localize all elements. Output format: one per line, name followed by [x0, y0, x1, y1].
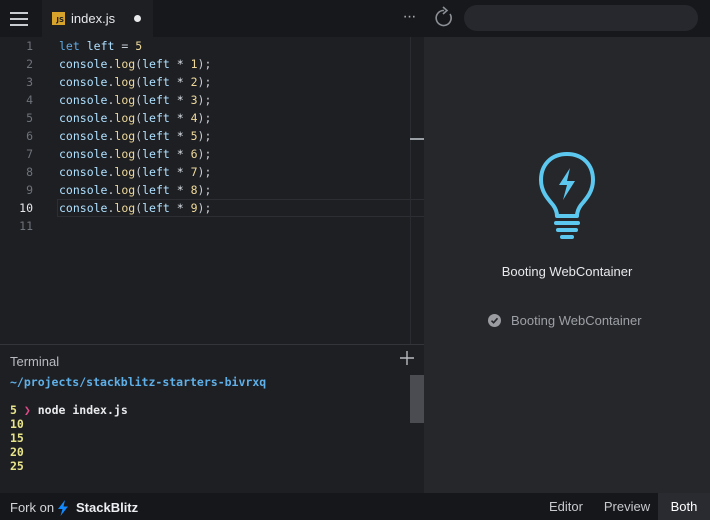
- terminal-command-line: ❯ node index.js: [10, 389, 128, 417]
- boot-status-text: Booting WebContainer: [511, 312, 642, 328]
- line-number: 8: [26, 165, 33, 179]
- preview-title: Booting WebContainer: [501, 264, 633, 279]
- line-number: 7: [26, 147, 33, 161]
- fork-label[interactable]: Fork on: [10, 500, 54, 515]
- url-bar[interactable]: [464, 5, 698, 31]
- boot-status: Booting WebContainer: [488, 311, 642, 329]
- terminal-prompt: ❯: [23, 403, 31, 417]
- menu-icon[interactable]: [0, 0, 38, 37]
- code-line[interactable]: 2 console.log(left * 1);: [0, 55, 424, 73]
- code-text: console.log(left * 9);: [59, 201, 212, 215]
- terminal-panel[interactable]: [0, 344, 424, 494]
- code-line[interactable]: 11: [0, 217, 424, 235]
- terminal-output-line: 15: [10, 431, 24, 445]
- code-text: console.log(left * 1);: [59, 57, 212, 71]
- line-number: 6: [26, 129, 33, 143]
- terminal-output-line: 10: [10, 417, 24, 431]
- code-line[interactable]: 4 console.log(left * 3);: [0, 91, 424, 109]
- terminal-title: Terminal: [10, 354, 60, 369]
- code-line[interactable]: 5 console.log(left * 4);: [0, 109, 424, 127]
- code-line[interactable]: 3 console.log(left * 2);: [0, 73, 424, 91]
- terminal-command: node index.js: [37, 403, 128, 417]
- stackblitz-brand[interactable]: StackBlitz: [76, 500, 138, 515]
- js-file-icon: JS: [52, 12, 65, 25]
- line-number: 11: [19, 219, 33, 233]
- line-number: 5: [26, 111, 33, 125]
- check-circle-icon: [488, 313, 501, 327]
- code-text: console.log(left * 7);: [59, 165, 212, 179]
- editor-scrollbar-marker[interactable]: [410, 138, 424, 140]
- code-text: console.log(left * 8);: [59, 183, 212, 197]
- code-line[interactable]: 8 console.log(left * 7);: [0, 163, 424, 181]
- more-icon[interactable]: ···: [398, 6, 420, 30]
- editor-scrollbar-track[interactable]: [410, 37, 411, 344]
- code-line[interactable]: 7 console.log(left * 6);: [0, 145, 424, 163]
- code-text: console.log(left * 4);: [59, 111, 212, 125]
- line-number: 4: [26, 93, 33, 107]
- code-text: console.log(left * 2);: [59, 75, 212, 89]
- line-number: 10: [19, 201, 33, 215]
- terminal-scrollbar[interactable]: [410, 375, 424, 423]
- terminal-path: ~/projects/stackblitz-starters-bivrxq: [10, 375, 267, 389]
- unsaved-dot-icon[interactable]: [134, 15, 142, 22]
- view-both-button[interactable]: Both: [658, 493, 710, 520]
- line-number: 3: [26, 75, 33, 89]
- code-line[interactable]: 1 let left = 5: [0, 37, 424, 55]
- code-text: let left = 5: [59, 39, 143, 53]
- bolt-icon[interactable]: [57, 500, 69, 516]
- plus-icon[interactable]: [398, 349, 416, 367]
- lightbulb-bolt-icon: [539, 152, 595, 239]
- code-text: console.log(left * 3);: [59, 93, 212, 107]
- code-line[interactable]: 10 console.log(left * 9);: [0, 199, 424, 217]
- terminal-output-line: 25: [10, 459, 24, 473]
- view-preview-button[interactable]: Preview: [596, 493, 658, 520]
- terminal-output-line: 5: [10, 403, 17, 417]
- tab-label: index.js: [71, 11, 116, 26]
- terminal-output-line: 20: [10, 445, 24, 459]
- tab-index-js[interactable]: JS index.js: [42, 0, 153, 37]
- reload-icon[interactable]: [430, 4, 458, 32]
- code-line[interactable]: 9 console.log(left * 8);: [0, 181, 424, 199]
- code-line[interactable]: 6 console.log(left * 5);: [0, 127, 424, 145]
- line-number: 9: [26, 183, 33, 197]
- line-number: 2: [26, 57, 33, 71]
- line-number: 1: [26, 39, 33, 53]
- code-text: console.log(left * 5);: [59, 129, 212, 143]
- code-text: console.log(left * 6);: [59, 147, 212, 161]
- view-editor-button[interactable]: Editor: [536, 493, 596, 520]
